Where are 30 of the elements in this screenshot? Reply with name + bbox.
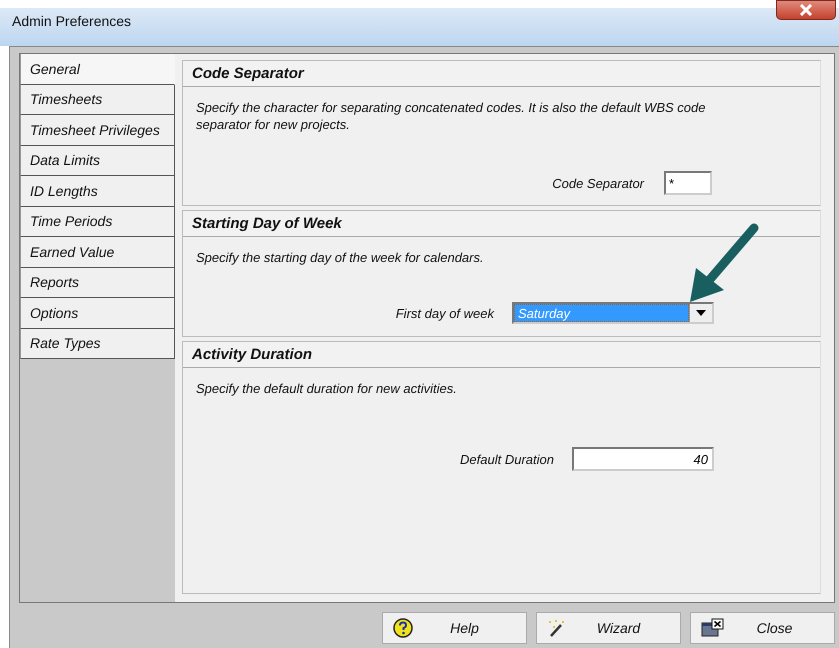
field-label: Code Separator xyxy=(552,176,644,190)
section-description: Specify the character for separating concatenated codes. It is also the default WBS code separator for new projects. xyxy=(196,99,706,133)
close-button[interactable]: Close xyxy=(690,612,835,644)
section-title: Starting Day of Week xyxy=(192,215,342,232)
input-field[interactable]: 40 xyxy=(572,447,714,471)
sidebar-tab[interactable]: Earned Value xyxy=(20,237,175,268)
field-label: First day of week xyxy=(396,306,494,320)
sidebar-tab[interactable]: Data Limits xyxy=(20,146,175,176)
sidebar-tab[interactable]: General xyxy=(20,54,175,84)
sidebar-tab[interactable]: Timesheets xyxy=(20,84,175,115)
sidebar-tab[interactable]: ID Lengths xyxy=(20,176,175,206)
field-label: Default Duration xyxy=(460,452,554,466)
window-title: Admin Preferences xyxy=(12,13,132,29)
caret-icon xyxy=(696,310,706,316)
sidebar-tab[interactable]: Timesheet Privileges xyxy=(20,115,175,146)
section-title: Activity Duration xyxy=(192,346,312,363)
help-button[interactable]: Help xyxy=(382,612,527,644)
wizard-button[interactable]: Wizard xyxy=(536,612,681,644)
section-description: Specify the starting day of the week for calendars. xyxy=(196,249,485,266)
sidebar-tab[interactable]: Time Periods xyxy=(20,206,175,237)
sidebar-tab[interactable]: Reports xyxy=(20,268,175,298)
input-field[interactable]: * xyxy=(664,171,712,195)
close-window-icon xyxy=(701,618,725,638)
help-icon xyxy=(393,618,413,638)
sidebar-tab[interactable]: Options xyxy=(20,298,175,328)
magic-wand-icon xyxy=(547,618,567,638)
sidebar-tab[interactable]: Rate Types xyxy=(20,328,175,359)
close-icon[interactable] xyxy=(776,0,836,20)
section-description: Specify the default duration for new activities. xyxy=(196,380,458,397)
section-title: Code Separator xyxy=(192,65,304,82)
